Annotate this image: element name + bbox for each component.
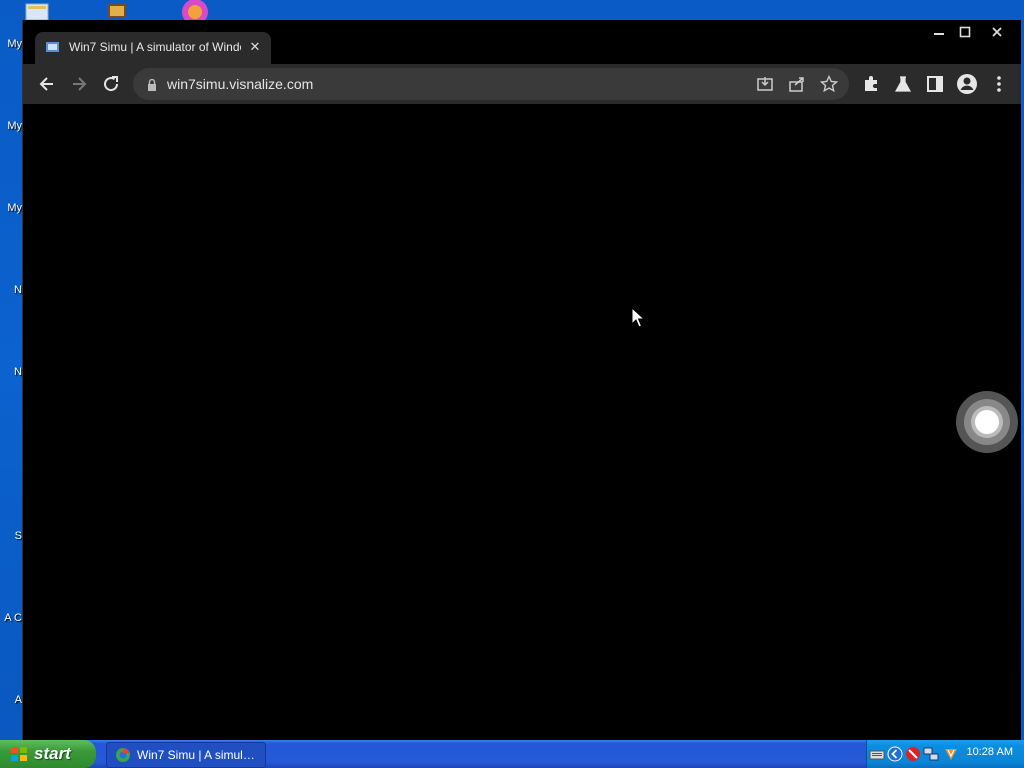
browser-tab[interactable]: Win7 Simu | A simulator of Windows 7 ✕ [35, 32, 271, 64]
security-alert-icon[interactable] [905, 746, 921, 762]
desktop-icon-label[interactable]: My [0, 38, 22, 50]
side-panel-icon[interactable] [923, 72, 947, 96]
desktop-icon-label[interactable]: S [0, 530, 22, 542]
taskbar: start Win7 Simu | A simulat... 10:28 AM [0, 740, 1024, 768]
install-app-icon[interactable] [755, 74, 775, 94]
desktop-icon-label[interactable]: My [0, 202, 22, 214]
browser-titlebar: Win7 Simu | A simulator of Windows 7 ✕ [23, 20, 1021, 64]
antivirus-icon[interactable] [943, 746, 959, 762]
desktop-icon-label[interactable]: N [0, 366, 22, 378]
bookmark-star-icon[interactable] [819, 74, 839, 94]
reload-icon[interactable] [99, 72, 123, 96]
url-text: win7simu.visnalize.com [167, 76, 314, 92]
mouse-cursor-icon [631, 306, 646, 329]
system-tray: 10:28 AM [866, 740, 1024, 768]
address-bar[interactable]: win7simu.visnalize.com [133, 68, 849, 100]
desktop-icon-label[interactable]: My [0, 120, 22, 132]
collapse-tray-icon[interactable] [887, 746, 903, 762]
browser-window: Win7 Simu | A simulator of Windows 7 ✕ w… [22, 20, 1021, 740]
back-icon[interactable] [35, 72, 59, 96]
desktop-icon-label[interactable]: A C [0, 612, 22, 624]
extensions-icon[interactable] [859, 72, 883, 96]
desktop-icon-label[interactable]: A [0, 694, 22, 706]
site-favicon-icon [45, 40, 61, 54]
browser-toolbar: win7simu.visnalize.com [23, 64, 1021, 104]
windows-flag-icon [10, 746, 28, 762]
page-viewport[interactable] [23, 104, 1021, 740]
share-icon[interactable] [787, 74, 807, 94]
start-label: start [34, 744, 71, 763]
profile-avatar-icon[interactable] [955, 72, 979, 96]
taskbar-clock[interactable]: 10:28 AM [967, 746, 1013, 758]
lock-icon[interactable] [147, 78, 157, 91]
close-window-button[interactable] [985, 22, 1009, 40]
labs-flask-icon[interactable] [891, 72, 915, 96]
tab-close-icon[interactable]: ✕ [247, 39, 263, 55]
assistive-touch-button[interactable] [955, 390, 1019, 454]
network-icon[interactable] [923, 746, 939, 762]
menu-kebab-icon[interactable] [987, 72, 1011, 96]
taskbar-window-label: Win7 Simu | A simulat... [137, 748, 261, 762]
forward-icon[interactable] [67, 72, 91, 96]
taskbar-window-button[interactable]: Win7 Simu | A simulat... [106, 742, 266, 768]
start-button[interactable]: start [0, 740, 96, 768]
maximize-button[interactable] [953, 22, 977, 40]
desktop-icon-label[interactable]: N [0, 284, 22, 296]
keyboard-icon[interactable] [869, 746, 885, 762]
minimize-button[interactable] [927, 22, 951, 40]
browser-icon [115, 747, 131, 763]
tab-title: Win7 Simu | A simulator of Windows 7 [69, 40, 241, 54]
